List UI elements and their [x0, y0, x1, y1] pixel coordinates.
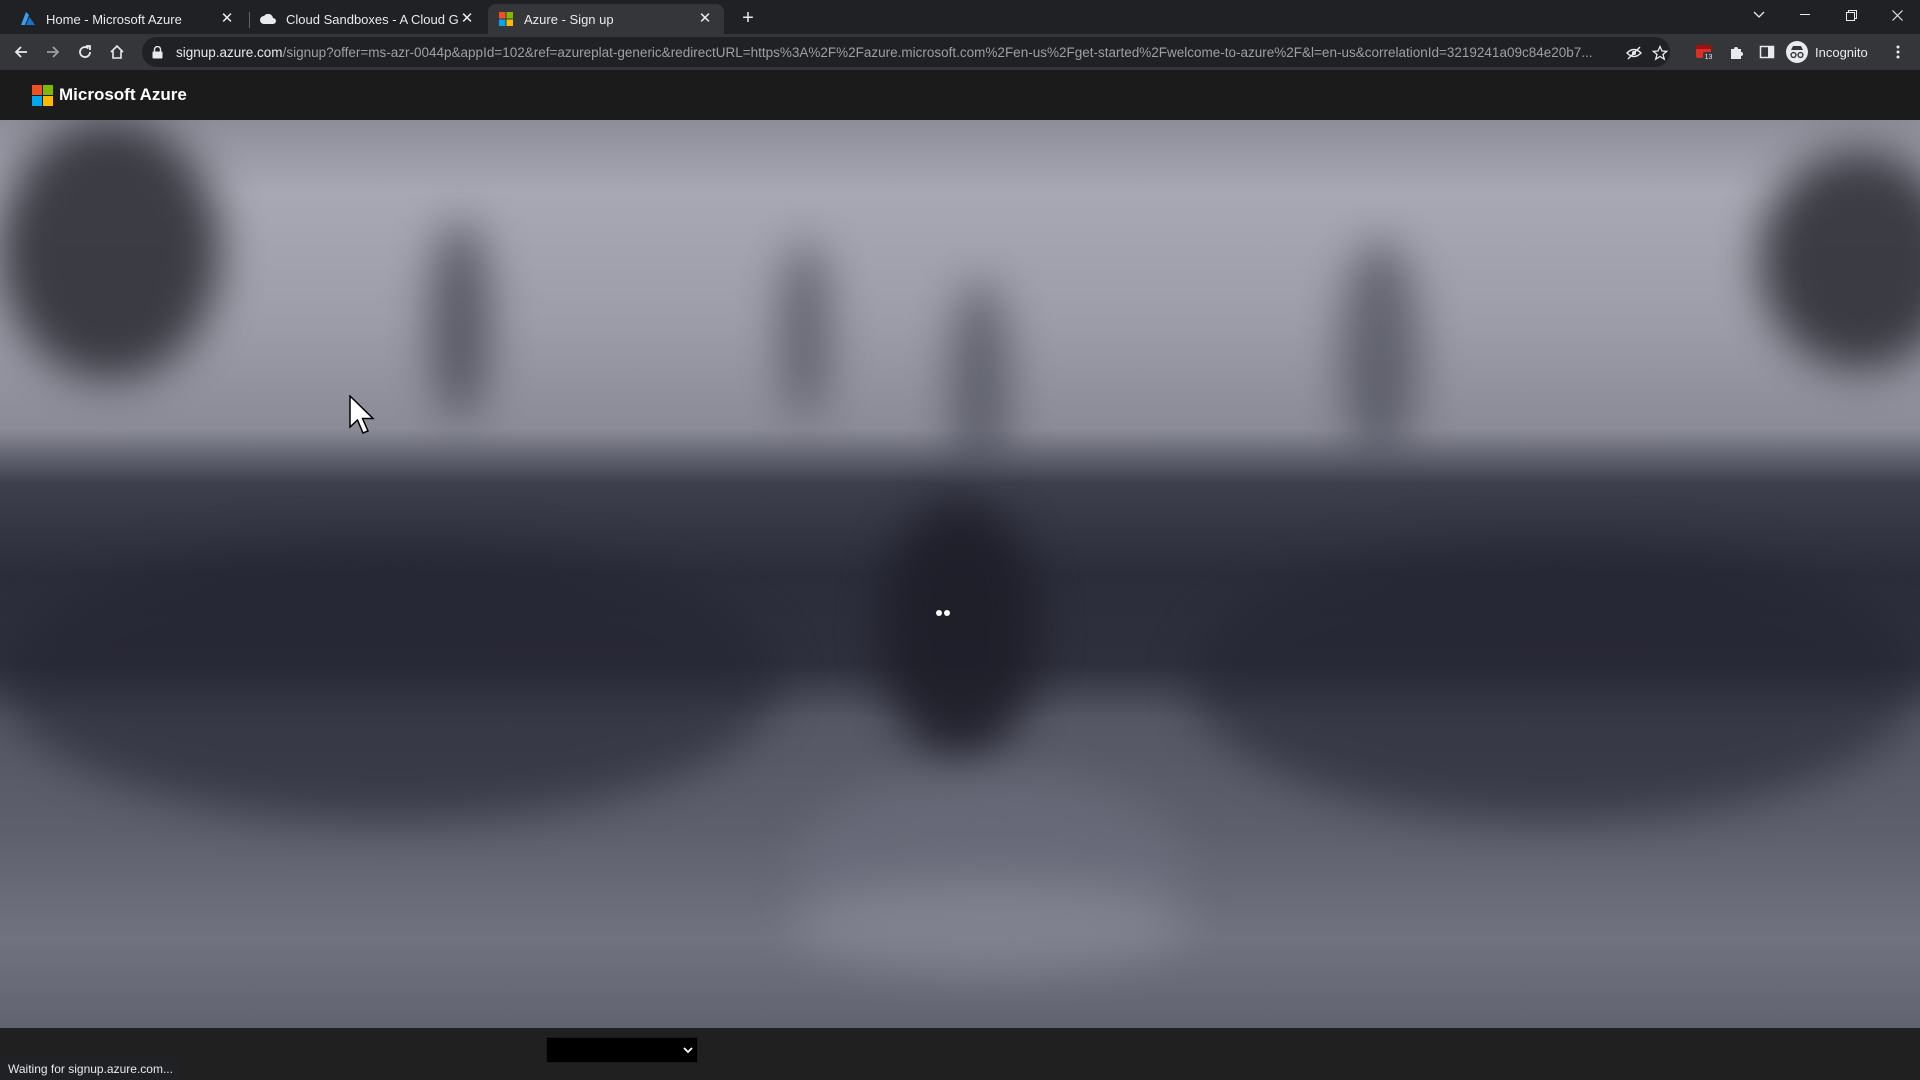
- new-tab-button[interactable]: +: [736, 6, 760, 30]
- hero-background-image: [0, 120, 1920, 1028]
- blurred-shape: [0, 120, 220, 380]
- url-host: signup.azure.com: [176, 44, 283, 60]
- azure-icon: [20, 11, 36, 27]
- blurred-shape: [950, 280, 1010, 480]
- back-arrow-icon[interactable]: [8, 39, 34, 65]
- lock-icon: [152, 45, 166, 59]
- tab-search-chevron-icon[interactable]: [1736, 0, 1782, 30]
- chevron-down-icon: [683, 1041, 693, 1059]
- url-text: signup.azure.com/signup?offer=ms-azr-004…: [176, 45, 1636, 60]
- blurred-shape: [1190, 540, 1920, 820]
- tab-home-azure[interactable]: Home - Microsoft Azure ✕: [10, 4, 246, 34]
- minimize-icon[interactable]: [1782, 0, 1828, 30]
- reload-icon[interactable]: [72, 39, 98, 65]
- profile-label: Incognito: [1815, 44, 1868, 60]
- close-icon[interactable]: ✕: [218, 10, 236, 28]
- home-icon[interactable]: [104, 39, 130, 65]
- more-menu-icon[interactable]: [1885, 39, 1911, 65]
- browser-status-bar: Waiting for signup.azure.com...: [0, 1058, 181, 1080]
- azure-header: Microsoft Azure: [0, 70, 1920, 120]
- cloud-icon: [260, 11, 276, 27]
- microsoft-icon: [498, 11, 514, 27]
- language-select[interactable]: [546, 1037, 698, 1063]
- url-path: /signup?offer=ms-azr-0044p&appId=102&ref…: [282, 44, 1593, 60]
- tab-azure-signup[interactable]: Azure - Sign up ✕: [488, 4, 724, 34]
- close-icon[interactable]: ✕: [458, 10, 476, 28]
- blurred-shape: [1760, 150, 1920, 370]
- blurred-shape: [780, 240, 830, 420]
- address-bar[interactable]: signup.azure.com/signup?offer=ms-azr-004…: [142, 37, 1670, 67]
- tab-title: Cloud Sandboxes - A Cloud Guru: [286, 11, 458, 27]
- calendar-extension-icon[interactable]: 13: [1692, 39, 1718, 65]
- page-footer: [0, 1028, 1920, 1080]
- star-icon[interactable]: [1651, 44, 1669, 62]
- forward-arrow-icon[interactable]: [40, 39, 66, 65]
- blurred-shape: [430, 220, 490, 420]
- microsoft-logo[interactable]: [32, 84, 53, 106]
- incognito-icon: [1786, 41, 1808, 63]
- incognito-profile-button[interactable]: Incognito: [1786, 40, 1868, 64]
- tab-title: Azure - Sign up: [524, 11, 614, 27]
- puzzle-extensions-icon[interactable]: [1723, 39, 1749, 65]
- blurred-shape: [1340, 240, 1420, 460]
- tab-title: Home - Microsoft Azure: [46, 11, 182, 27]
- mouse-cursor-icon: [349, 395, 375, 434]
- blurred-shape: [790, 880, 1190, 970]
- blurred-shape: [880, 500, 1040, 760]
- restore-icon[interactable]: [1828, 0, 1874, 30]
- tab-strip: Home - Microsoft Azure ✕ Cloud Sandboxes…: [0, 0, 1920, 34]
- eye-off-icon[interactable]: [1625, 44, 1643, 62]
- side-panel-icon[interactable]: [1754, 39, 1780, 65]
- close-window-icon[interactable]: [1874, 0, 1920, 30]
- brand-name[interactable]: Microsoft Azure: [59, 85, 187, 105]
- loading-spinner: [936, 610, 950, 616]
- close-icon[interactable]: ✕: [696, 10, 714, 28]
- extension-badge: 13: [1705, 54, 1713, 61]
- blurred-shape: [0, 540, 780, 820]
- tab-cloud-sandboxes[interactable]: Cloud Sandboxes - A Cloud Guru ✕: [250, 4, 486, 34]
- browser-toolbar: signup.azure.com/signup?offer=ms-azr-004…: [0, 34, 1920, 70]
